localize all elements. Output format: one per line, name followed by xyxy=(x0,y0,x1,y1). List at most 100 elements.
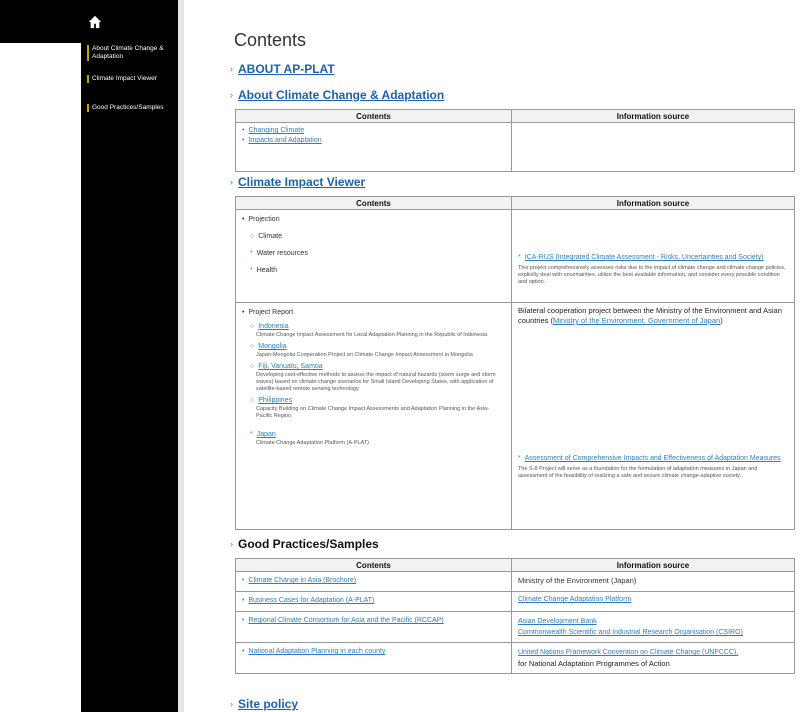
country-description: Japan-Mongolia Cooperation Project on Cl… xyxy=(256,352,473,358)
projection-item: Health xyxy=(256,267,277,274)
source-line: Asian Development Bank xyxy=(518,616,788,627)
country-description: Developing cost-effective methods to ass… xyxy=(256,372,496,392)
list-item: * Assessment of Comprehensive Impacts and… xyxy=(518,454,788,464)
sidebar-item-marker xyxy=(87,104,89,112)
list-item: ○ Mongolia xyxy=(242,342,505,352)
bilateral-text: Bilateral cooperation project between th… xyxy=(518,306,788,326)
adb-link[interactable]: Asian Development Bank xyxy=(518,618,597,625)
country-link-indonesia[interactable]: Indonesia xyxy=(258,322,288,332)
source-cell: United Nations Framework Convention on C… xyxy=(511,642,795,674)
contents-cell: • Business Cases for Adaptation (A-PLAT) xyxy=(235,591,512,612)
contents-cell: • Changing Climate • Impacts and Adaptatio… xyxy=(235,122,512,172)
list-item: * ICA-RUS (Integrated Climate Assessment … xyxy=(518,253,788,263)
list-item: • Regional Climate Consortium for Asia an… xyxy=(242,616,505,626)
page-title: Contents xyxy=(234,30,307,50)
sidebar-item-about-climate[interactable]: About Climate Change & Adaptation xyxy=(87,45,173,61)
source-cell: Bilateral cooperation project between th… xyxy=(511,302,795,530)
assessment-link[interactable]: Assessment of Comprehensive Impacts and … xyxy=(525,454,781,464)
list-item: ○ Fiji, Vanuatu, Samoa xyxy=(242,362,505,372)
list-item: • Climate Change in Asia (Brochure) xyxy=(242,576,505,586)
list-item: • National Adaptation Planning in each co… xyxy=(242,647,505,657)
about-climate-change-link[interactable]: About Climate Change & Adaptation xyxy=(238,88,444,102)
country-description: Climate Change Adaptation Platform (A-PL… xyxy=(256,440,370,446)
business-cases-link[interactable]: Business Cases for Adaptation (A-PLAT) xyxy=(248,596,374,606)
country-link-fiji[interactable]: Fiji, Vanuatu, Samoa xyxy=(258,362,322,372)
country-link-philippines[interactable]: Philippines xyxy=(258,396,292,406)
table-row: • Climate Change in Asia (Brochure) Minis… xyxy=(235,571,795,592)
contents-cell: • Regional Climate Consortium for Asia an… xyxy=(235,611,512,643)
ccap-link[interactable]: Climate Change Adaptation Platform xyxy=(518,596,631,603)
contents-header: Contents xyxy=(235,558,512,572)
brochure-link[interactable]: Climate Change in Asia (Brochure) xyxy=(248,576,356,586)
country-link-japan[interactable]: Japan xyxy=(257,430,276,440)
source-line: Commonwealth Scientific and Industrial R… xyxy=(518,627,788,638)
sidebar-item-impact-viewer[interactable]: Climate Impact Viewer xyxy=(87,75,173,83)
source-header: Information source xyxy=(511,196,795,210)
bullet-icon: • xyxy=(242,597,245,604)
bullet-icon: • xyxy=(242,137,245,144)
bullet-icon: • xyxy=(242,127,245,134)
bullet-icon: • xyxy=(242,648,245,655)
source-cell: Asian Development Bank Commonwealth Scie… xyxy=(511,611,795,643)
changing-climate-link[interactable]: Changing Climate xyxy=(248,126,304,136)
projection-label: Projection xyxy=(248,216,280,223)
sidebar-item-good-practices[interactable]: Good Practices/Samples xyxy=(87,104,173,112)
list-item: • Business Cases for Adaptation (A-PLAT) xyxy=(242,596,505,606)
section-good-practices: › Good Practices/Samples xyxy=(230,537,379,551)
asterisk-icon: * xyxy=(250,250,253,257)
ica-rus-link[interactable]: ICA-RUS (Integrated Climate Assessment -… xyxy=(525,253,764,263)
impacts-adaptation-link[interactable]: Impacts and Adaptation xyxy=(248,136,321,146)
table-row: • Regional Climate Consortium for Asia an… xyxy=(235,611,795,643)
sidebar-item-marker xyxy=(87,45,89,61)
assessment-description: The S-8 Project will serve as a foundati… xyxy=(518,466,758,479)
chevron-right-icon: › xyxy=(230,90,233,100)
country-description: Capacity Building on Climate Change Impa… xyxy=(256,406,489,419)
rccap-link[interactable]: Regional Climate Consortium for Asia and… xyxy=(248,616,443,626)
bullet-icon: • xyxy=(242,577,245,584)
table-row: • Business Cases for Adaptation (A-PLAT) … xyxy=(235,591,795,612)
circle-bullet-icon: ○ xyxy=(250,363,255,370)
source-header: Information source xyxy=(511,558,795,572)
ministry-japan-link[interactable]: Ministry of the Environment, Government … xyxy=(553,316,720,325)
sidebar-item-label: About Climate Change & Adaptation xyxy=(92,45,164,60)
bilateral-suffix: ) xyxy=(720,316,723,325)
list-item: * Health xyxy=(242,266,505,276)
projection-item: Water resources xyxy=(256,250,308,257)
site-policy-link[interactable]: Site policy xyxy=(238,697,298,711)
list-item: ○ Philippines xyxy=(242,396,505,406)
circle-bullet-icon: ○ xyxy=(250,323,255,330)
climate-impact-viewer-link[interactable]: Climate Impact Viewer xyxy=(238,175,365,189)
contents-header: Contents xyxy=(235,196,512,210)
contents-cell: • Project Report ○ Indonesia Climate Chang… xyxy=(235,302,512,530)
source-line: United Nations Framework Convention on C… xyxy=(518,647,788,658)
list-item: ○ Indonesia xyxy=(242,322,505,332)
csiro-link[interactable]: Commonwealth Scientific and Industrial R… xyxy=(518,629,743,636)
good-practices-table: Contents Information source • Climate Cha… xyxy=(235,558,795,674)
sidebar-item-label: Good Practices/Samples xyxy=(92,104,164,111)
about-ap-plat-link[interactable]: ABOUT AP-PLAT xyxy=(238,62,335,76)
section-about-climate-change: › About Climate Change & Adaptation xyxy=(230,88,444,102)
sidebar-item-marker xyxy=(87,75,89,83)
project-report-label: Project Report xyxy=(248,309,294,316)
source-cell: * ICA-RUS (Integrated Climate Assessment … xyxy=(511,209,795,303)
national-adaptation-link[interactable]: National Adaptation Planning in each cou… xyxy=(248,647,385,657)
climate-impact-viewer-table: Contents Information source • Projection … xyxy=(235,196,795,530)
chevron-right-icon: › xyxy=(230,539,233,549)
source-cell: Ministry of the Environment (Japan) xyxy=(511,571,795,592)
bullet-icon: • xyxy=(242,617,245,624)
chevron-right-icon: › xyxy=(230,177,233,187)
home-icon[interactable] xyxy=(88,15,102,29)
source-cell xyxy=(511,122,795,172)
unfccc-link[interactable]: United Nations Framework Convention on C… xyxy=(518,649,738,656)
contents-cell: • Projection ○ Climate * Water resources * H… xyxy=(235,209,512,303)
asterisk-icon: * xyxy=(250,267,253,274)
circle-bullet-icon: ○ xyxy=(250,343,255,350)
sidebar-item-label: Climate Impact Viewer xyxy=(92,75,157,82)
list-item: • Impacts and Adaptation xyxy=(242,136,505,146)
section-climate-impact-viewer: › Climate Impact Viewer xyxy=(230,175,365,189)
asterisk-icon: * xyxy=(518,254,521,261)
country-link-mongolia[interactable]: Mongolia xyxy=(258,342,286,352)
top-black-block xyxy=(0,0,81,43)
section-about-ap-plat: › ABOUT AP-PLAT xyxy=(230,62,335,76)
asterisk-icon: * xyxy=(250,431,253,438)
